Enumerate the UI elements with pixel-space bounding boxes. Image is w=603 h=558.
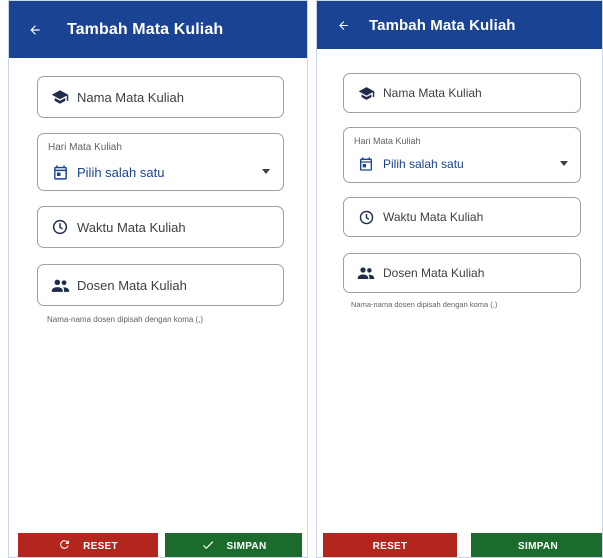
save-label: SIMPAN bbox=[518, 540, 558, 552]
day-select[interactable]: Hari Mata Kuliah Pilih salah satu bbox=[343, 127, 581, 183]
lecturer-helper-text: Nama-nama dosen dipisah dengan koma (,) bbox=[47, 315, 204, 324]
chevron-down-icon[interactable] bbox=[262, 169, 270, 174]
save-button[interactable]: SIMPAN bbox=[471, 533, 602, 557]
reset-button[interactable]: RESET bbox=[323, 533, 457, 557]
page-title: Tambah Mata Kuliah bbox=[67, 20, 224, 38]
save-label: SIMPAN bbox=[226, 540, 267, 552]
course-name-field[interactable]: Nama Mata Kuliah bbox=[343, 73, 581, 113]
save-button[interactable]: SIMPAN bbox=[165, 533, 302, 557]
app-bar: Tambah Mata Kuliah bbox=[9, 1, 307, 58]
screen-left: Tambah Mata Kuliah Nama Mata Kuliah Hari… bbox=[8, 0, 308, 558]
time-placeholder: Waktu Mata Kuliah bbox=[383, 210, 484, 224]
course-name-field[interactable]: Nama Mata Kuliah bbox=[37, 76, 284, 118]
chevron-down-icon[interactable] bbox=[560, 161, 568, 166]
school-cap-icon bbox=[356, 83, 376, 103]
lecturer-placeholder: Dosen Mata Kuliah bbox=[383, 266, 485, 280]
lecturer-field[interactable]: Dosen Mata Kuliah bbox=[37, 264, 284, 306]
school-cap-icon bbox=[50, 87, 70, 107]
clock-icon bbox=[356, 207, 376, 227]
calendar-icon bbox=[356, 154, 376, 174]
clock-icon bbox=[50, 217, 70, 237]
lecturer-placeholder: Dosen Mata Kuliah bbox=[77, 277, 187, 293]
reset-label: RESET bbox=[372, 540, 408, 552]
people-icon bbox=[50, 275, 70, 295]
back-arrow-icon[interactable] bbox=[23, 18, 47, 42]
back-arrow-icon[interactable] bbox=[331, 13, 355, 37]
screen-right: Tambah Mata Kuliah Nama Mata Kuliah Hari… bbox=[316, 0, 603, 558]
calendar-icon bbox=[50, 162, 70, 182]
refresh-icon bbox=[58, 538, 71, 554]
people-icon bbox=[356, 263, 376, 283]
time-field[interactable]: Waktu Mata Kuliah bbox=[37, 206, 284, 248]
day-select-value: Pilih salah satu bbox=[383, 157, 464, 171]
course-name-placeholder: Nama Mata Kuliah bbox=[77, 89, 184, 105]
check-icon bbox=[201, 538, 215, 555]
time-field[interactable]: Waktu Mata Kuliah bbox=[343, 197, 581, 237]
reset-label: RESET bbox=[83, 540, 118, 552]
day-select-label: Hari Mata Kuliah bbox=[354, 136, 421, 146]
day-select[interactable]: Hari Mata Kuliah Pilih salah satu bbox=[37, 133, 284, 191]
course-name-placeholder: Nama Mata Kuliah bbox=[383, 86, 482, 100]
reset-button[interactable]: RESET bbox=[18, 533, 158, 557]
time-placeholder: Waktu Mata Kuliah bbox=[77, 219, 186, 235]
day-select-value: Pilih salah satu bbox=[77, 164, 165, 180]
page-title: Tambah Mata Kuliah bbox=[369, 16, 516, 34]
day-select-label: Hari Mata Kuliah bbox=[48, 142, 122, 153]
app-bar: Tambah Mata Kuliah bbox=[317, 1, 602, 49]
lecturer-field[interactable]: Dosen Mata Kuliah bbox=[343, 253, 581, 293]
lecturer-helper-text: Nama-nama dosen dipisah dengan koma (,) bbox=[351, 300, 498, 309]
